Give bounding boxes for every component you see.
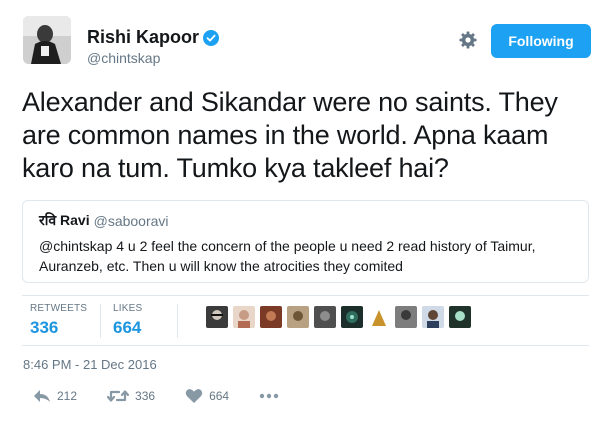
liker-avatar[interactable]: [260, 306, 282, 328]
likes-count[interactable]: 664: [113, 318, 142, 338]
heart-icon: [185, 388, 203, 404]
quoted-tweet[interactable]: रवि Ravi @sabooravi @chintskap 4 u 2 fee…: [22, 200, 589, 283]
liker-avatar[interactable]: [449, 306, 471, 328]
liker-avatar[interactable]: [314, 306, 336, 328]
more-icon: [259, 393, 279, 399]
like-button[interactable]: 664: [185, 388, 229, 404]
quoted-user-handle: @sabooravi: [93, 212, 169, 229]
retweets-count[interactable]: 336: [30, 318, 87, 338]
divider: [22, 295, 589, 296]
verified-badge-icon: [203, 29, 220, 46]
reply-button[interactable]: 212: [33, 388, 77, 404]
tweet-text: Alexander and Sikandar were no saints. T…: [22, 87, 558, 183]
following-button[interactable]: Following: [491, 24, 591, 58]
likes-label: LIKES: [113, 303, 143, 314]
reply-icon: [33, 388, 51, 404]
likes-stat[interactable]: LIKES 664: [113, 303, 142, 338]
liker-avatar[interactable]: [341, 306, 363, 328]
quoted-tweet-text: @chintskap 4 u 2 feel the concern of the…: [39, 238, 536, 274]
retweets-stat[interactable]: RETWEETS 336: [30, 303, 87, 338]
liker-avatar[interactable]: [206, 306, 228, 328]
retweet-count: 336: [135, 389, 156, 403]
divider: [22, 345, 589, 346]
profile-avatar[interactable]: [23, 16, 71, 64]
user-name-text[interactable]: Rishi Kapoor: [87, 27, 199, 48]
quoted-user-name: रवि Ravi: [39, 212, 90, 228]
quoted-tweet-header: रवि Ravi @sabooravi: [39, 211, 572, 230]
user-name[interactable]: Rishi Kapoor: [87, 27, 220, 48]
stat-divider: [177, 304, 178, 338]
gear-icon[interactable]: [458, 30, 478, 50]
retweet-button[interactable]: 336: [107, 388, 155, 404]
liker-avatar[interactable]: [287, 306, 309, 328]
liker-avatar[interactable]: [395, 306, 417, 328]
liker-avatar[interactable]: [368, 306, 390, 328]
likers-avatars: [206, 306, 471, 328]
reply-count: 212: [57, 389, 78, 403]
tweet-timestamp[interactable]: 8:46 PM - 21 Dec 2016: [23, 357, 157, 372]
retweet-icon: [107, 388, 130, 404]
tweet-actions: 212 336 664: [33, 388, 309, 404]
retweets-label: RETWEETS: [30, 303, 88, 314]
stat-divider: [100, 304, 101, 338]
user-handle[interactable]: @chintskap: [87, 50, 160, 66]
liker-avatar[interactable]: [422, 306, 444, 328]
more-button[interactable]: [259, 393, 279, 399]
liker-avatar[interactable]: [233, 306, 255, 328]
like-count: 664: [209, 389, 230, 403]
